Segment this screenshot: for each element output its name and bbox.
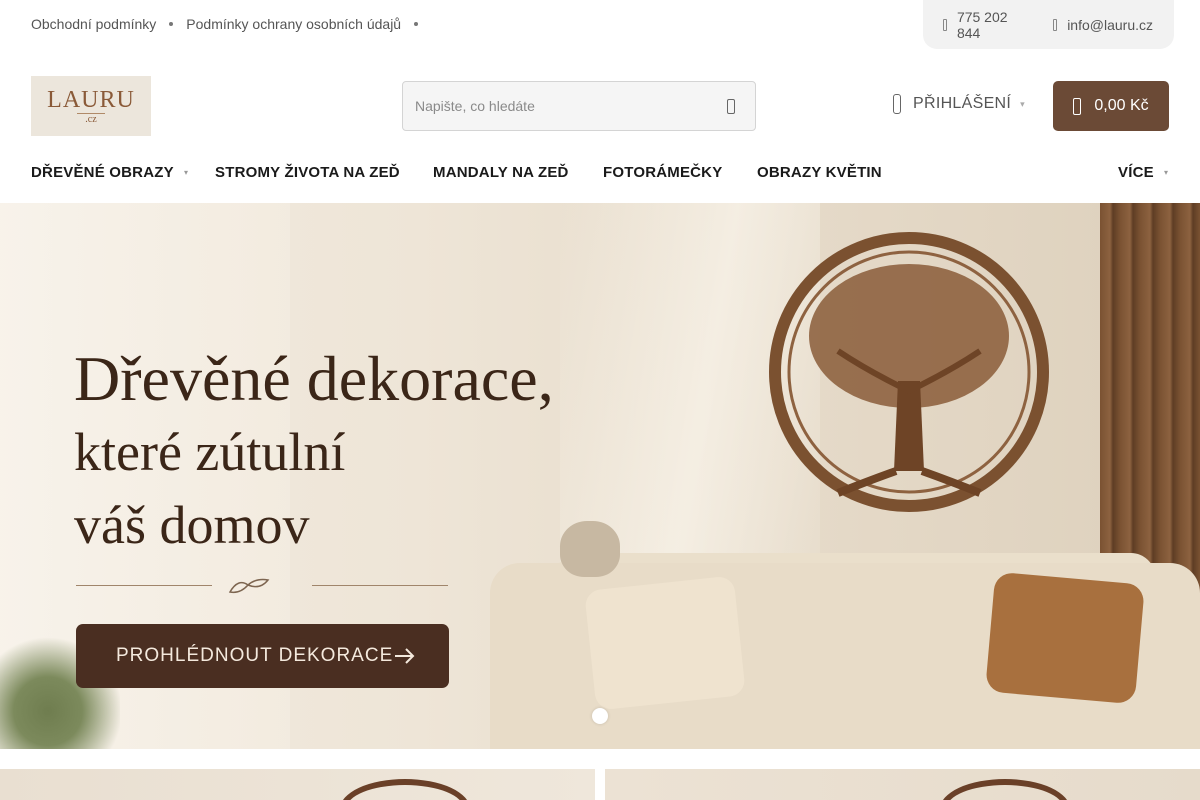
- ornament-divider: [76, 575, 448, 595]
- search-box: [402, 81, 756, 131]
- hero-title-line1: Dřevěné dekorace,: [74, 343, 554, 414]
- main-nav: DŘEVĚNÉ OBRAZY ▾ STROMY ŽIVOTA NA ZEĎ MA…: [0, 152, 1200, 192]
- cushion-light: [584, 575, 746, 711]
- phone-icon: [943, 18, 947, 31]
- logo-wordmark: LAURU: [47, 86, 135, 113]
- top-bar: Obchodní podmínky Podmínky ochrany osobn…: [0, 0, 1200, 49]
- nav-item-tree-of-life[interactable]: STROMY ŽIVOTA NA ZEĎ: [215, 164, 400, 181]
- hero-banner[interactable]: Dřevěné dekorace, které zútulní váš domo…: [0, 203, 1200, 749]
- cart-icon: [1073, 97, 1082, 115]
- slider-dot[interactable]: [592, 708, 608, 724]
- vase: [560, 521, 620, 577]
- tree-of-life-decor: [769, 232, 1049, 512]
- search-input[interactable]: [415, 82, 705, 130]
- hero-title-line2: které zútulní: [74, 422, 346, 482]
- nav-item-photo-frames[interactable]: FOTORÁMEČKY: [603, 164, 722, 181]
- phone-number: 775 202 844: [956, 8, 1008, 41]
- category-card[interactable]: [605, 769, 1200, 800]
- chevron-down-icon[interactable]: ▾: [184, 168, 188, 177]
- nav-item-more[interactable]: VÍCE: [1118, 164, 1154, 181]
- top-links: Obchodní podmínky Podmínky ochrany osobn…: [31, 16, 431, 32]
- divider-line: [76, 585, 212, 586]
- separator-dot: [169, 22, 174, 26]
- arrow-right-icon: [395, 648, 415, 664]
- chevron-down-icon: ▾: [1020, 98, 1025, 109]
- contact-box: 775 202 844 info@lauru.cz: [923, 0, 1174, 49]
- search-icon[interactable]: [727, 99, 735, 114]
- email-contact[interactable]: info@lauru.cz: [1053, 17, 1153, 33]
- nav-item-wooden-pictures[interactable]: DŘEVĚNÉ OBRAZY: [31, 164, 174, 181]
- cta-label: PROHLÉDNOUT DEKORACE: [116, 645, 394, 666]
- login-label: PŘIHLÁŠENÍ: [913, 95, 1012, 112]
- separator-dot: [414, 22, 419, 26]
- phone-contact[interactable]: 775 202 844: [943, 9, 1032, 41]
- hero-title: Dřevěné dekorace, které zútulní váš domo…: [74, 343, 554, 561]
- decor-arc: [940, 779, 1070, 800]
- terms-link[interactable]: Obchodní podmínky: [31, 16, 156, 32]
- nav-item-flower-pictures[interactable]: OBRAZY KVĚTIN: [757, 164, 882, 181]
- login-button[interactable]: PŘIHLÁŠENÍ ▾: [893, 94, 1025, 114]
- logo-domain: .cz: [77, 112, 105, 125]
- user-icon: [893, 94, 901, 114]
- chevron-down-icon[interactable]: ▾: [1164, 168, 1168, 177]
- email-icon: [1053, 18, 1058, 31]
- browse-decorations-button[interactable]: PROHLÉDNOUT DEKORACE: [76, 624, 449, 688]
- email-address: info@lauru.cz: [1067, 16, 1153, 33]
- hero-title-line3: váš domov: [74, 495, 310, 555]
- cushion-brown: [985, 571, 1145, 705]
- decor-arc: [340, 779, 470, 800]
- cart-button[interactable]: 0,00 Kč: [1053, 81, 1169, 131]
- nav-item-mandalas[interactable]: MANDALY NA ZEĎ: [433, 164, 569, 181]
- site-logo[interactable]: LAURU .cz: [31, 76, 151, 136]
- privacy-link[interactable]: Podmínky ochrany osobních údajů: [186, 16, 401, 32]
- divider-line: [312, 585, 448, 586]
- category-card[interactable]: [0, 769, 595, 800]
- cart-total: 0,00 Kč: [1094, 97, 1149, 114]
- leaf-ornament-icon: [228, 578, 270, 594]
